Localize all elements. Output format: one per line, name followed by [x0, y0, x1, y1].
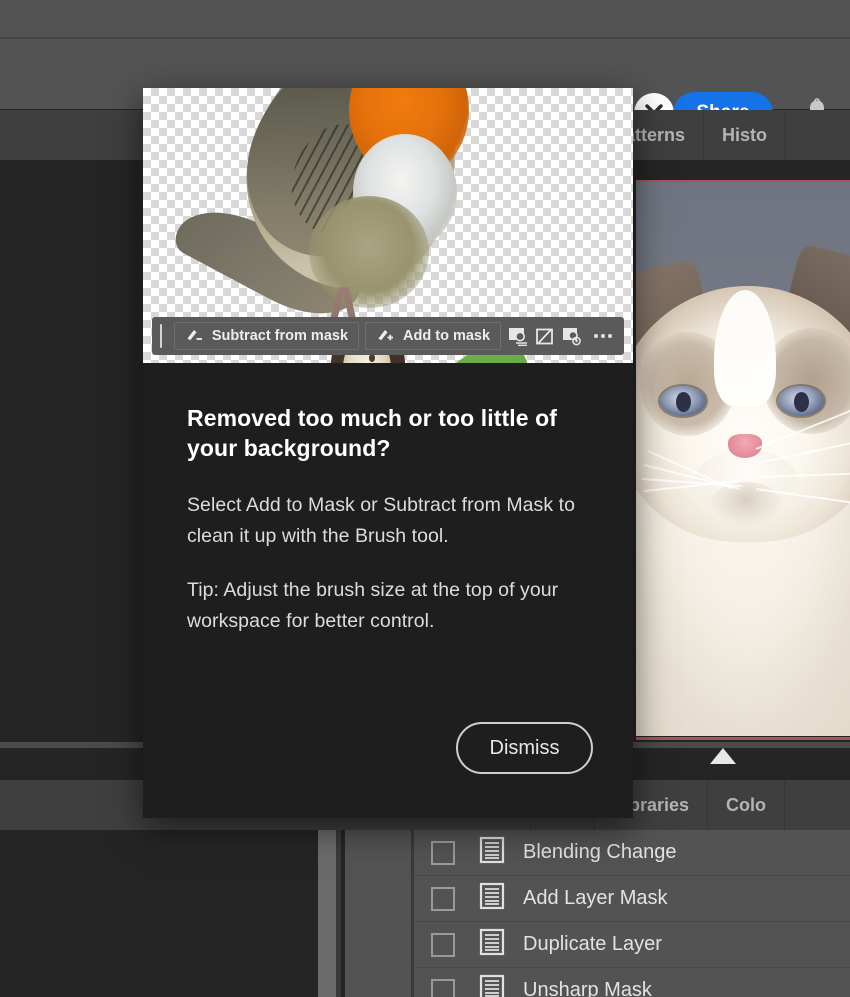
layer-mask-icon[interactable] — [507, 322, 528, 350]
dismiss-button[interactable]: Dismiss — [456, 722, 593, 774]
panel-divider-mid — [336, 830, 341, 997]
toolbar-drag-handle[interactable] — [160, 324, 162, 348]
tab-colors[interactable]: Colo — [708, 780, 786, 830]
photoshop-workspace: Share nts Patterns Histo — [0, 0, 850, 997]
history-checkbox[interactable] — [431, 886, 455, 911]
coach-tip-paragraph-2: Tip: Adjust the brush size at the top of… — [187, 578, 559, 633]
coach-tip-popover: Subtract from mask Add to mask Removed t… — [143, 88, 633, 818]
document-icon — [478, 928, 506, 961]
add-to-mask-button[interactable]: Add to mask — [365, 322, 502, 350]
history-row[interactable]: Duplicate Layer — [414, 922, 850, 968]
document-icon — [478, 836, 506, 869]
mask-floating-toolbar: Subtract from mask Add to mask — [152, 317, 624, 355]
history-label: Duplicate Layer — [523, 933, 662, 955]
history-checkbox[interactable] — [431, 840, 455, 865]
document-icon — [478, 882, 506, 915]
history-checkbox[interactable] — [431, 978, 455, 997]
mask-view-icon[interactable] — [561, 322, 582, 350]
window-title-strip — [0, 0, 850, 38]
coach-tip-paragraph-1: Select Add to Mask or Subtract from Mask… — [187, 493, 575, 548]
mask-disabled-icon[interactable] — [534, 322, 555, 350]
toolbar-more-options-icon[interactable] — [588, 334, 618, 338]
collapse-caret-icon[interactable] — [710, 748, 736, 764]
coach-tip-illustration: Subtract from mask Add to mask — [143, 88, 633, 363]
panel-divider-left[interactable] — [318, 830, 336, 997]
subtract-from-mask-button[interactable]: Subtract from mask — [173, 322, 360, 350]
brush-plus-icon — [376, 326, 395, 346]
cat-photo[interactable] — [636, 182, 850, 736]
history-label: Blending Change — [523, 841, 677, 863]
history-row[interactable]: Blending Change — [414, 830, 850, 876]
history-row[interactable]: Unsharp Mask — [414, 968, 850, 997]
canvas-guide-bottom — [636, 737, 850, 740]
history-panel: Blending Change Add Layer Mask Duplicate… — [0, 830, 850, 997]
history-label: Unsharp Mask — [523, 979, 652, 997]
subtract-from-mask-label: Subtract from mask — [211, 328, 349, 344]
history-list: Blending Change Add Layer Mask Duplicate… — [414, 830, 850, 997]
tab-history[interactable]: Histo — [704, 110, 787, 160]
history-checkbox[interactable] — [431, 932, 455, 957]
history-label: Add Layer Mask — [523, 887, 668, 909]
cat-image-render — [636, 182, 850, 736]
document-icon — [478, 974, 506, 997]
history-row[interactable]: Add Layer Mask — [414, 876, 850, 922]
brush-minus-icon — [185, 326, 204, 346]
coach-tip-title: Removed too much or too little of your b… — [187, 405, 558, 462]
add-to-mask-label: Add to mask — [403, 328, 491, 344]
